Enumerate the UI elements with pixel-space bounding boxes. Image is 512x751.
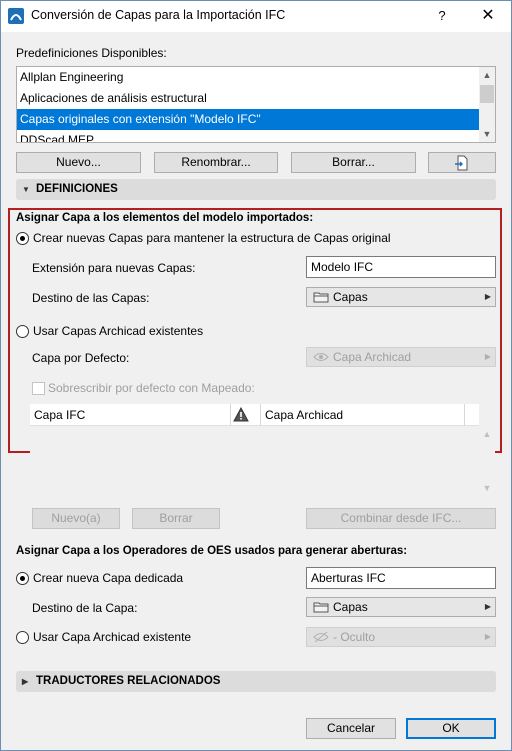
openings-target-label: Destino de la Capa: xyxy=(32,601,138,615)
presets-label: Predefiniciones Disponibles: xyxy=(16,46,167,60)
use-existing-layer-label[interactable]: Usar Capa Archicad existente xyxy=(33,630,191,644)
extension-field[interactable]: Modelo IFC xyxy=(306,256,496,278)
scroll-up-icon[interactable]: ▲ xyxy=(479,67,495,83)
folder-icon xyxy=(313,602,329,613)
scroll-down-icon[interactable]: ▼ xyxy=(479,480,495,496)
close-button[interactable]: ✕ xyxy=(474,4,502,28)
default-layer-value: Capa Archicad xyxy=(333,350,412,364)
preset-item[interactable]: DDScad MEP xyxy=(17,130,480,142)
ok-button[interactable]: OK xyxy=(406,718,496,739)
layer-target-value: Capas xyxy=(333,290,368,304)
mapping-table-header: Capa IFC Capa Archicad xyxy=(30,404,479,426)
layer-target-label: Destino de las Capas: xyxy=(32,291,150,305)
default-layer-popup[interactable]: Capa Archicad ▶ xyxy=(306,347,496,367)
column-archicad-layer[interactable]: Capa Archicad xyxy=(265,408,343,422)
create-dedicated-layer-radio[interactable] xyxy=(16,572,29,585)
archicad-app-icon xyxy=(8,8,24,24)
column-ifc-layer[interactable]: Capa IFC xyxy=(34,408,85,422)
scroll-up-icon[interactable]: ▲ xyxy=(479,426,495,442)
delete-preset-button[interactable]: Borrar... xyxy=(291,152,416,173)
definitions-section-title: DEFINICIONES xyxy=(36,183,118,195)
overwrite-default-checkbox[interactable] xyxy=(32,382,45,395)
scroll-down-icon[interactable]: ▼ xyxy=(479,126,495,142)
extension-label: Extensión para nuevas Capas: xyxy=(32,261,196,275)
preset-item[interactable]: Aplicaciones de análisis estructural xyxy=(17,88,480,109)
help-button[interactable]: ? xyxy=(428,4,456,28)
presets-scrollbar[interactable]: ▲ ▼ xyxy=(479,67,495,142)
use-existing-layers-radio[interactable] xyxy=(16,325,29,338)
preset-item-selected[interactable]: Capas originales con extensión "Modelo I… xyxy=(17,109,480,130)
preset-item[interactable]: Allplan Engineering xyxy=(17,67,480,88)
default-layer-label: Capa por Defecto: xyxy=(32,351,130,365)
cancel-button[interactable]: Cancelar xyxy=(306,718,396,739)
collapse-triangle-icon: ▼ xyxy=(22,185,30,194)
definitions-section-header[interactable]: ▼ DEFINICIONES xyxy=(16,179,496,200)
popup-arrow-icon: ▶ xyxy=(484,602,491,611)
existing-layer-value: - Oculto xyxy=(333,630,376,644)
export-preset-button[interactable] xyxy=(428,152,496,173)
layer-target-popup[interactable]: Capas ▶ xyxy=(306,287,496,307)
mapping-table-scrollbar[interactable]: ▲ ▼ xyxy=(479,404,495,496)
window-title: Conversión de Capas para la Importación … xyxy=(31,8,286,22)
overwrite-default-label: Sobrescribir por defecto con Mapeado: xyxy=(48,381,255,395)
create-new-layers-radio[interactable] xyxy=(16,232,29,245)
delete-mapping-button[interactable]: Borrar xyxy=(132,508,220,529)
popup-arrow-icon: ▶ xyxy=(484,352,491,361)
openings-heading: Asignar Capa a los Operadores de OES usa… xyxy=(16,545,408,557)
eye-icon xyxy=(313,353,329,361)
new-preset-button[interactable]: Nuevo... xyxy=(16,152,141,173)
popup-arrow-icon: ▶ xyxy=(484,632,491,641)
warning-icon xyxy=(233,407,249,422)
openings-layer-field[interactable]: Aberturas IFC xyxy=(306,567,496,589)
use-existing-layers-label[interactable]: Usar Capas Archicad existentes xyxy=(33,324,203,338)
expand-triangle-icon: ▶ xyxy=(22,677,29,686)
create-dedicated-layer-label[interactable]: Crear nueva Capa dedicada xyxy=(33,571,183,585)
folder-icon xyxy=(313,292,329,303)
existing-layer-popup[interactable]: - Oculto ▶ xyxy=(306,627,496,647)
presets-list[interactable]: Allplan Engineering Aplicaciones de anál… xyxy=(16,66,496,143)
rename-preset-button[interactable]: Renombrar... xyxy=(154,152,278,173)
new-mapping-button[interactable]: Nuevo(a) xyxy=(32,508,120,529)
hidden-eye-icon xyxy=(313,631,329,643)
openings-target-value: Capas xyxy=(333,600,368,614)
assign-layer-heading: Asignar Capa a los elementos del modelo … xyxy=(16,212,314,224)
use-existing-layer-radio[interactable] xyxy=(16,631,29,644)
combine-from-ifc-button[interactable]: Combinar desde IFC... xyxy=(306,508,496,529)
scroll-thumb[interactable] xyxy=(480,85,494,103)
popup-arrow-icon: ▶ xyxy=(484,292,491,301)
openings-target-popup[interactable]: Capas ▶ xyxy=(306,597,496,617)
translators-section-header[interactable]: ▶ TRADUCTORES RELACIONADOS xyxy=(16,671,496,692)
create-new-layers-label[interactable]: Crear nuevas Capas para mantener la estr… xyxy=(33,231,391,245)
export-file-icon xyxy=(455,155,468,171)
translators-section-title: TRADUCTORES RELACIONADOS xyxy=(36,675,221,687)
